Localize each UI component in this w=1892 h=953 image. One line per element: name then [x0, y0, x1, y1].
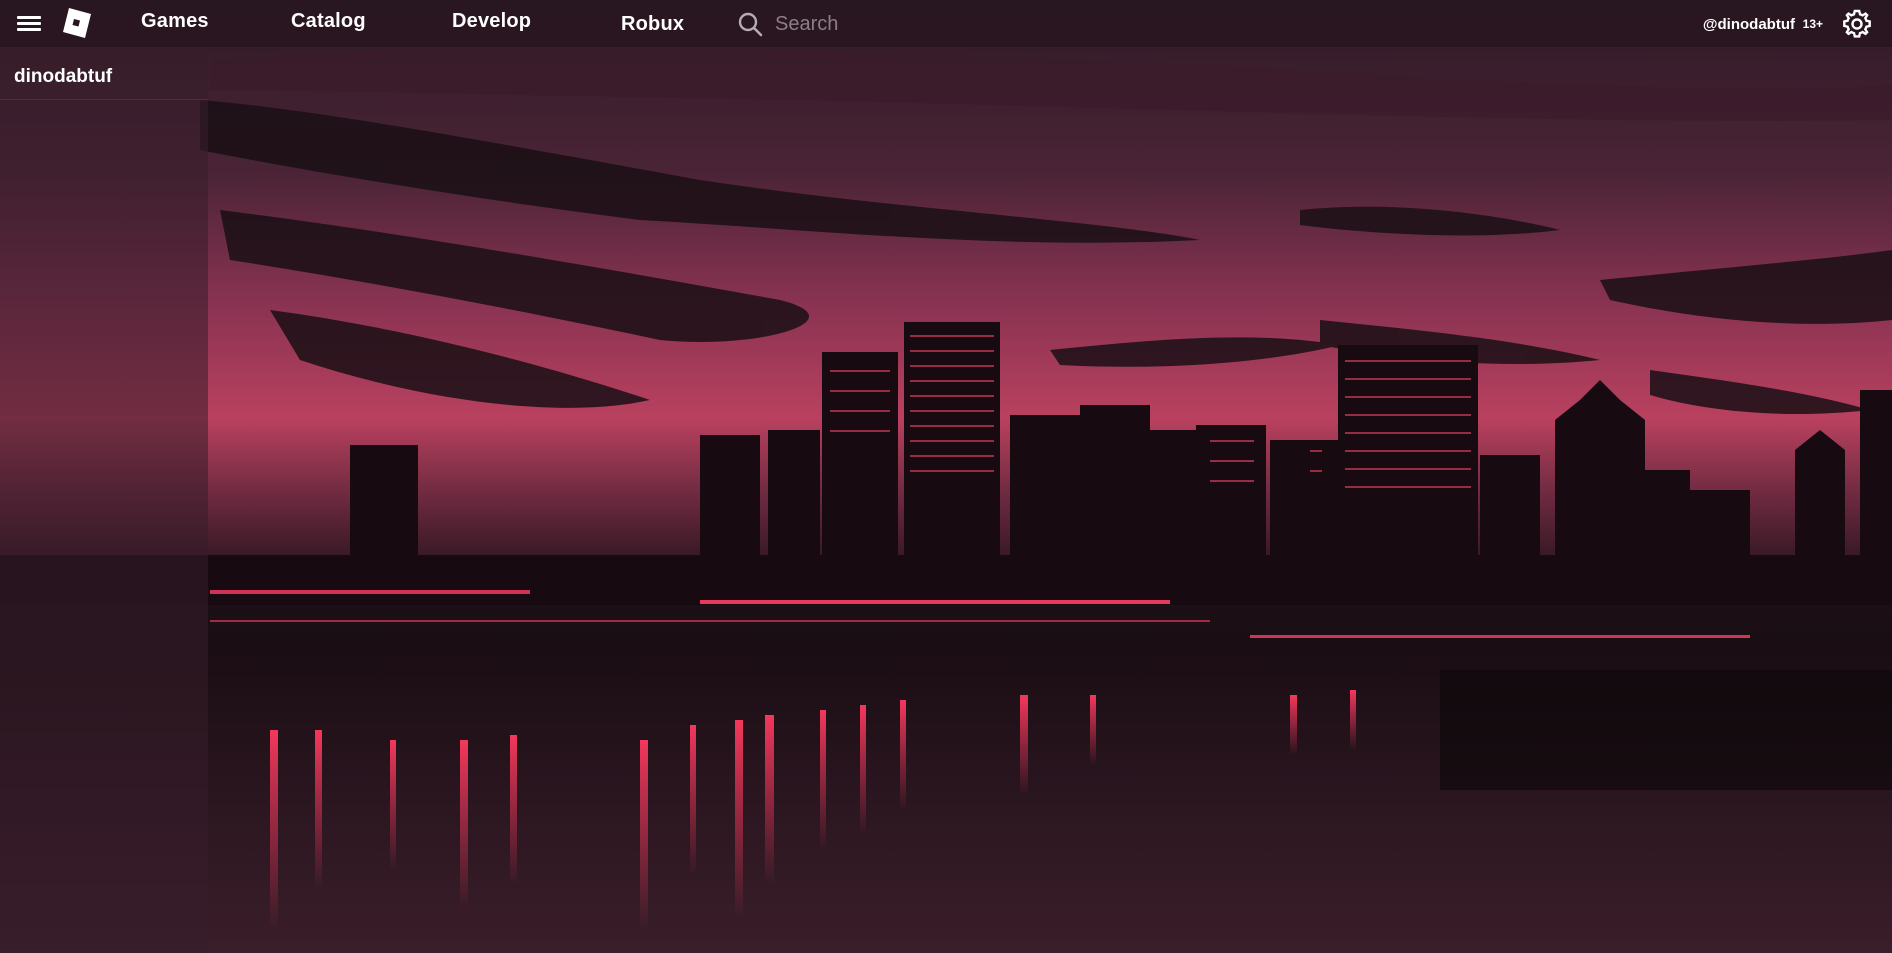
sidebar-username-link[interactable]: dinodabtuf — [14, 66, 112, 88]
search-icon[interactable] — [737, 11, 763, 37]
search-input[interactable] — [773, 9, 1197, 39]
page: Games Catalog Develop Robux @dinodabtuf … — [0, 0, 1892, 953]
search-bar — [737, 9, 1237, 39]
nav-games-link[interactable]: Games — [141, 10, 209, 33]
nav-develop-link[interactable]: Develop — [452, 10, 531, 33]
left-sidebar: dinodabtuf — [0, 47, 208, 953]
background-wallpaper — [0, 0, 1892, 953]
roblox-logo-icon[interactable] — [60, 7, 92, 39]
nav-catalog-link[interactable]: Catalog — [291, 10, 366, 33]
hamburger-menu-icon[interactable] — [17, 13, 41, 33]
nav-robux-link[interactable]: Robux — [621, 13, 684, 36]
top-navigation-bar: Games Catalog Develop Robux @dinodabtuf … — [0, 0, 1892, 47]
gear-icon[interactable] — [1841, 8, 1873, 40]
sidebar-divider — [0, 99, 208, 100]
age-badge: 13+ — [1802, 17, 1823, 31]
account-username[interactable]: @dinodabtuf — [1703, 16, 1795, 33]
